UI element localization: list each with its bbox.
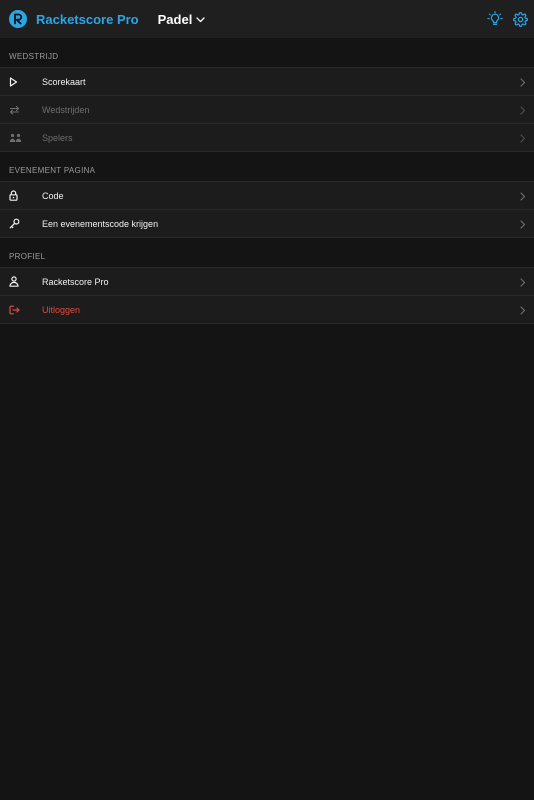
chevron-right-icon [520,182,526,210]
menu-item-label: Scorekaart [42,76,86,87]
swap-arrows-icon [0,105,42,115]
menu-item-scorekaart[interactable]: Scorekaart [0,68,534,96]
menu-item-evenementscode-krijgen[interactable]: Een evenementscode krijgen [0,210,534,238]
section-header-evenement-pagina: EVENEMENT PAGINA [0,152,534,182]
top-bar: Racketscore Pro Padel [0,0,534,38]
app-logo-icon [9,10,27,28]
sport-selector-label: Padel [157,11,193,27]
lightbulb-icon[interactable] [487,11,503,27]
sport-selector[interactable]: Padel [158,12,206,27]
chevron-right-icon [520,296,526,324]
play-icon [0,76,42,87]
person-icon [0,276,42,287]
menu-item-label: Een evenementscode krijgen [42,218,159,229]
logout-icon [0,305,42,315]
chevron-right-icon [520,96,526,124]
chevron-down-icon [196,17,205,23]
key-icon [0,218,42,229]
menu-item-label: Uitloggen [42,304,81,315]
chevron-right-icon [520,124,526,152]
players-icon [0,133,42,143]
menu-item-spelers[interactable]: Spelers [0,124,534,152]
menu-item-label: Racketscore Pro [42,276,109,287]
chevron-right-icon [520,268,526,296]
menu-item-label: Spelers [42,132,73,143]
section-header-wedstrijd: WEDSTRIJD [0,38,534,68]
menu-item-label: Wedstrijden [42,104,90,115]
app-name: Racketscore Pro [36,11,139,27]
lock-icon [0,190,42,201]
menu-item-wedstrijden[interactable]: Wedstrijden [0,96,534,124]
top-actions [487,0,528,38]
section-header-profiel: PROFIEL [0,238,534,268]
chevron-right-icon [520,68,526,96]
menu-item-label: Code [42,190,64,201]
gear-icon[interactable] [513,11,528,27]
menu-item-profile[interactable]: Racketscore Pro [0,268,534,296]
chevron-right-icon [520,210,526,238]
menu-item-logout[interactable]: Uitloggen [0,296,534,324]
menu-item-code[interactable]: Code [0,182,534,210]
